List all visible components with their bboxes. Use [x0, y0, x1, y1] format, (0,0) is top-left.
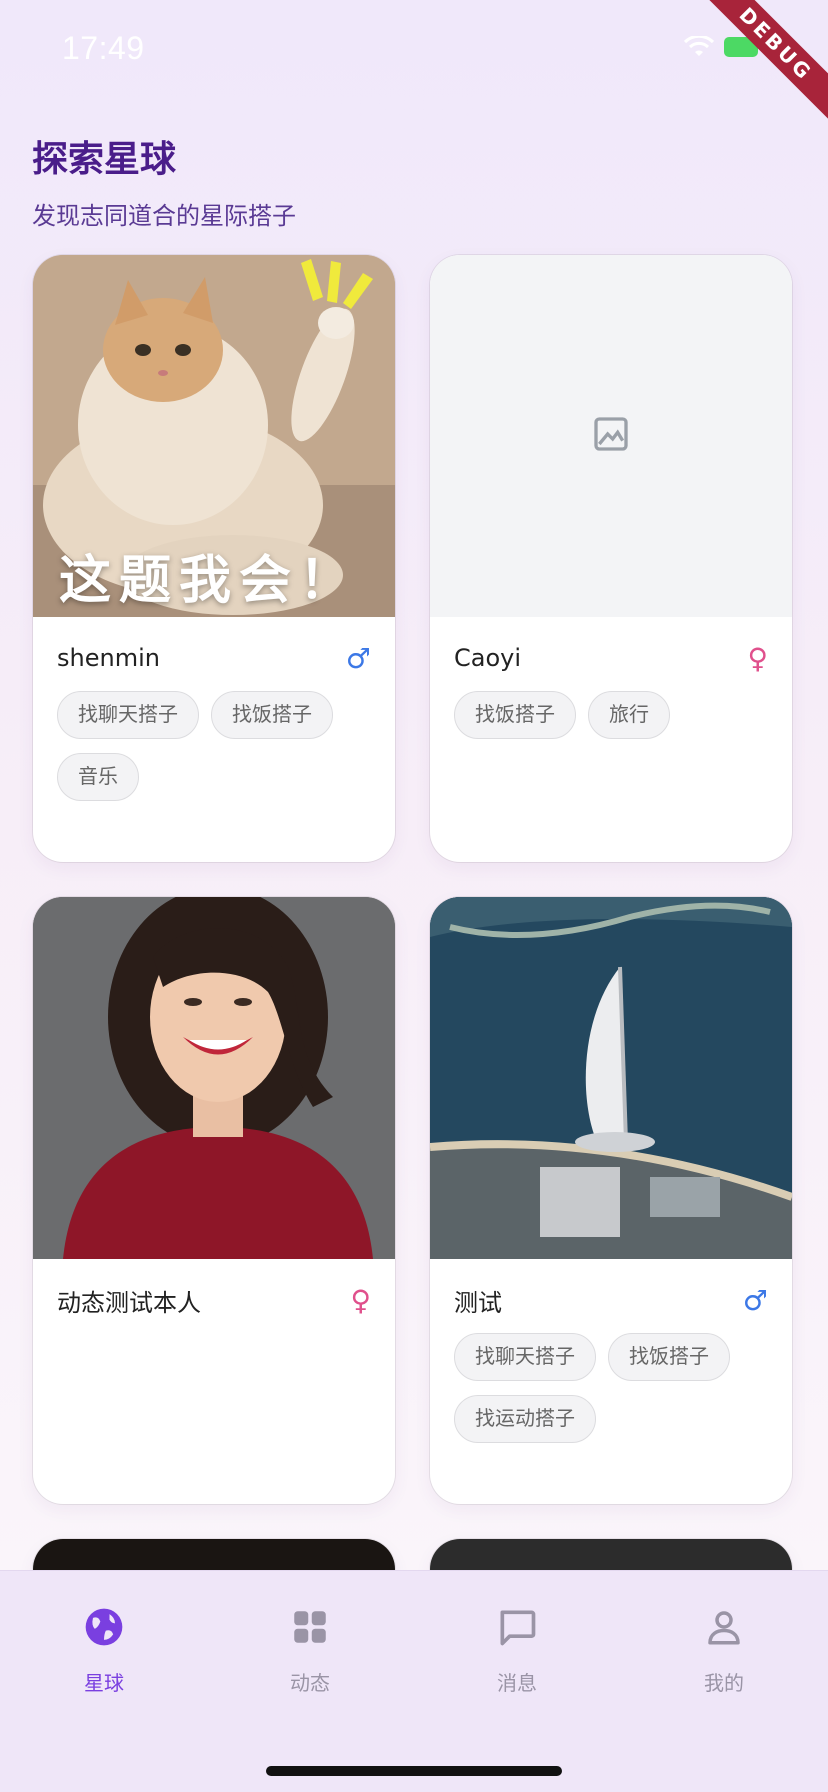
interest-tag[interactable]: 找饭搭子 [608, 1333, 730, 1381]
tab-profile[interactable]: 我的 [664, 1605, 784, 1696]
profile-name: 测试 [454, 1288, 502, 1317]
interest-tags: 找聊天搭子 找饭搭子 找运动搭子 [454, 1333, 768, 1443]
interest-tag[interactable]: 找聊天搭子 [454, 1333, 596, 1381]
tab-label: 消息 [497, 1671, 537, 1695]
profile-name: shenmin [57, 644, 160, 672]
tab-planet[interactable]: 星球 [44, 1605, 164, 1696]
city-illustration [430, 897, 792, 1259]
wifi-icon [684, 36, 714, 58]
profile-card[interactable]: 测试 ♂ 找聊天搭子 找饭搭子 找运动搭子 [430, 897, 792, 1504]
profile-photo: 这题我会！ [33, 255, 395, 617]
person-icon [703, 1606, 745, 1652]
status-icons [684, 36, 758, 58]
interest-tag[interactable]: 找饭搭子 [211, 691, 333, 739]
profile-name: Caoyi [454, 644, 522, 672]
interest-tags: 找聊天搭子 找饭搭子 音乐 [57, 691, 371, 801]
tab-messages[interactable]: 消息 [457, 1605, 577, 1696]
grid-icon [289, 1606, 331, 1652]
male-icon: ♂ [742, 1283, 768, 1317]
status-bar: 17:49 [0, 0, 828, 100]
profile-card[interactable]: 这题我会！ shenmin ♂ 找聊天搭子 找饭搭子 音乐 [33, 255, 395, 862]
profile-photo [430, 897, 792, 1259]
interest-tag[interactable]: 音乐 [57, 753, 139, 801]
page-subtitle: 发现志同道合的星际搭子 [32, 202, 296, 230]
woman-illustration [33, 897, 395, 1259]
tab-label: 我的 [704, 1671, 744, 1695]
profile-photo [33, 897, 395, 1259]
interest-tag[interactable]: 找聊天搭子 [57, 691, 199, 739]
tab-label: 星球 [84, 1671, 124, 1695]
tab-feed[interactable]: 动态 [250, 1605, 370, 1696]
interest-tags: 找饭搭子 旅行 [454, 691, 768, 739]
profile-photo-placeholder [430, 255, 792, 617]
page-header: 探索星球 发现志同道合的星际搭子 [32, 130, 296, 231]
image-placeholder-icon [591, 414, 631, 458]
female-icon: ♀ [350, 1283, 371, 1317]
status-time: 17:49 [62, 30, 145, 66]
profile-card[interactable]: Caoyi ♀ 找饭搭子 旅行 [430, 255, 792, 862]
home-indicator [266, 1766, 562, 1776]
profile-name: 动态测试本人 [57, 1288, 201, 1317]
interest-tag[interactable]: 找运动搭子 [454, 1395, 596, 1443]
page-title: 探索星球 [32, 139, 177, 180]
male-icon: ♂ [345, 641, 371, 675]
interest-tag[interactable]: 旅行 [588, 691, 670, 739]
image-caption: 这题我会！ [59, 551, 360, 611]
bottom-tab-bar: 星球 动态 消息 我的 [0, 1570, 828, 1792]
female-icon: ♀ [747, 641, 768, 675]
interest-tag[interactable]: 找饭搭子 [454, 691, 576, 739]
tab-label: 动态 [290, 1671, 330, 1695]
chat-icon [495, 1605, 539, 1653]
globe-icon [82, 1605, 126, 1653]
profile-card[interactable]: 动态测试本人 ♀ [33, 897, 395, 1504]
